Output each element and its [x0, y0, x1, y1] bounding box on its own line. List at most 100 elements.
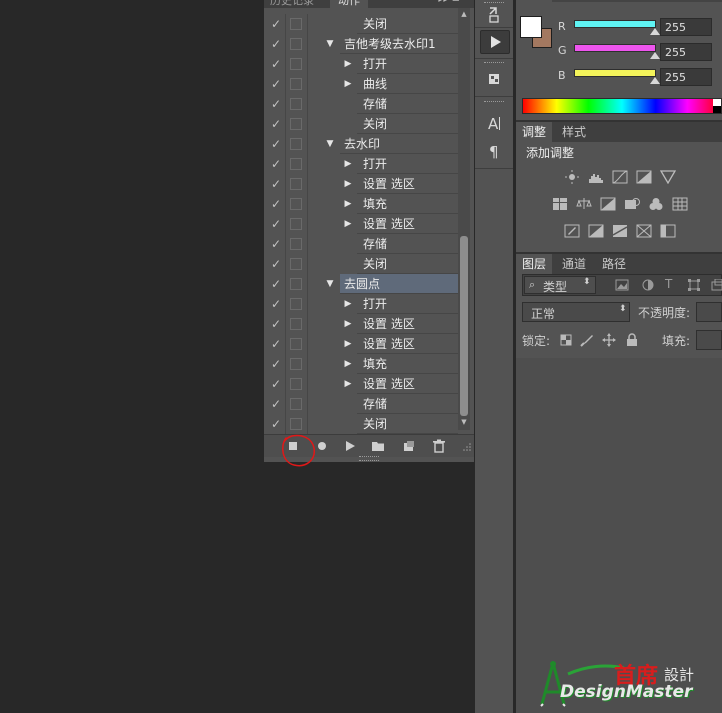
tab-styles[interactable]: 样式: [556, 122, 592, 142]
opacity-field[interactable]: [696, 302, 722, 322]
toggle-dialog-checkbox[interactable]: [290, 98, 302, 110]
action-step[interactable]: ✓ ▶ 打开: [264, 54, 458, 74]
action-step[interactable]: ✓ ▶ 设置 选区: [264, 374, 458, 394]
green-slider-thumb[interactable]: [650, 52, 660, 59]
toggle-item-checkmark-icon[interactable]: ✓: [270, 276, 282, 292]
toggle-item-checkmark-icon[interactable]: ✓: [270, 196, 282, 212]
lock-transparent-pixels-icon[interactable]: [560, 334, 572, 346]
action-item[interactable]: ✓ ▼ 吉他考级去水印1: [264, 34, 458, 54]
color-balance-icon[interactable]: [576, 197, 592, 211]
threshold-icon[interactable]: [612, 224, 628, 238]
toggle-item-checkmark-icon[interactable]: ✓: [270, 176, 282, 192]
blue-value-field[interactable]: 255: [660, 68, 712, 86]
lock-image-pixels-brush-icon[interactable]: [580, 333, 594, 347]
scrollbar-thumb[interactable]: [460, 236, 468, 416]
expand-triangle-icon[interactable]: ▶: [343, 377, 353, 391]
filter-kind-select[interactable]: ⌕ 类型 ⬍: [524, 276, 596, 294]
toggle-dialog-checkbox[interactable]: [290, 18, 302, 30]
toggle-dialog-checkbox[interactable]: [290, 158, 302, 170]
black-white-icon[interactable]: [600, 197, 616, 211]
toggle-item-checkmark-icon[interactable]: ✓: [270, 236, 282, 252]
action-step[interactable]: ✓ ▶ 打开: [264, 294, 458, 314]
scroll-up-arrow-icon[interactable]: ▲: [460, 10, 468, 18]
toggle-item-checkmark-icon[interactable]: ✓: [270, 356, 282, 372]
channel-mixer-icon[interactable]: [648, 197, 664, 211]
toggle-item-checkmark-icon[interactable]: ✓: [270, 56, 282, 72]
lock-position-move-icon[interactable]: [602, 333, 616, 347]
blue-slider-thumb[interactable]: [650, 77, 660, 84]
action-step[interactable]: ✓ 关闭: [264, 254, 458, 274]
type-layer-filter-icon[interactable]: T: [665, 277, 672, 291]
toggle-dialog-checkbox[interactable]: [290, 358, 302, 370]
expand-triangle-icon[interactable]: ▶: [343, 297, 353, 311]
exposure-icon[interactable]: [636, 170, 652, 184]
action-step[interactable]: ✓ ▶ 设置 选区: [264, 214, 458, 234]
blend-mode-select[interactable]: 正常 ⬍: [522, 302, 630, 322]
tab-color[interactable]: 颜色: [516, 0, 553, 2]
3d-panel-icon[interactable]: [480, 68, 508, 90]
toggle-item-checkmark-icon[interactable]: ✓: [270, 256, 282, 272]
action-item[interactable]: ✓ ▼ 去水印: [264, 134, 458, 154]
expand-triangle-icon[interactable]: ▶: [343, 57, 353, 71]
toggle-dialog-checkbox[interactable]: [290, 38, 302, 50]
play-icon[interactable]: [341, 438, 359, 454]
pixel-layer-filter-icon[interactable]: [615, 279, 629, 291]
action-step[interactable]: ✓ ▶ 设置 选区: [264, 334, 458, 354]
color-lookup-icon[interactable]: [672, 197, 688, 211]
toggle-item-checkmark-icon[interactable]: ✓: [270, 76, 282, 92]
photo-filter-icon[interactable]: [624, 197, 640, 211]
toggle-dialog-checkbox[interactable]: [290, 398, 302, 410]
expand-triangle-icon[interactable]: ▶: [343, 197, 353, 211]
toggle-item-checkmark-icon[interactable]: ✓: [270, 336, 282, 352]
action-step[interactable]: ✓ 存储: [264, 234, 458, 254]
toggle-dialog-checkbox[interactable]: [290, 418, 302, 430]
resize-corner-icon[interactable]: [462, 442, 472, 452]
selective-color-icon[interactable]: [636, 224, 652, 238]
toggle-item-checkmark-icon[interactable]: ✓: [270, 216, 282, 232]
expand-triangle-icon[interactable]: ▶: [343, 357, 353, 371]
collapse-triangle-icon[interactable]: ▼: [325, 277, 335, 291]
adjustment-layer-filter-icon[interactable]: [641, 279, 655, 291]
hue-saturation-icon[interactable]: [552, 197, 568, 211]
toggle-dialog-checkbox[interactable]: [290, 218, 302, 230]
brightness-contrast-icon[interactable]: [564, 170, 580, 184]
tab-actions[interactable]: 动作: [330, 0, 368, 8]
scroll-down-arrow-icon[interactable]: ▼: [460, 418, 468, 426]
curves-icon[interactable]: [612, 170, 628, 184]
vibrance-icon[interactable]: [660, 170, 676, 184]
color-spectrum-bar[interactable]: [522, 98, 722, 114]
toggle-dialog-checkbox[interactable]: [290, 278, 302, 290]
toggle-item-checkmark-icon[interactable]: ✓: [270, 136, 282, 152]
action-step[interactable]: ✓ ▶ 填充: [264, 194, 458, 214]
toggle-dialog-checkbox[interactable]: [290, 58, 302, 70]
levels-icon[interactable]: [588, 170, 604, 184]
green-channel-slider[interactable]: [574, 44, 656, 52]
expand-triangle-icon[interactable]: ▶: [343, 157, 353, 171]
posterize-icon[interactable]: [588, 224, 604, 238]
collapse-triangle-icon[interactable]: ▼: [325, 37, 335, 51]
toggle-dialog-checkbox[interactable]: [290, 118, 302, 130]
paragraph-panel-icon[interactable]: ¶: [480, 140, 508, 162]
action-step[interactable]: ✓ 存储: [264, 94, 458, 114]
smart-object-filter-icon[interactable]: [711, 279, 722, 291]
tab-adjustments[interactable]: 调整: [516, 122, 553, 142]
toggle-item-checkmark-icon[interactable]: ✓: [270, 16, 282, 32]
new-action-icon[interactable]: [400, 438, 418, 454]
toggle-item-checkmark-icon[interactable]: ✓: [270, 156, 282, 172]
expand-triangle-icon[interactable]: ▶: [343, 217, 353, 231]
action-step[interactable]: ✓ ▶ 打开: [264, 154, 458, 174]
toggle-item-checkmark-icon[interactable]: ✓: [270, 376, 282, 392]
lock-all-padlock-icon[interactable]: [626, 333, 638, 347]
toggle-item-checkmark-icon[interactable]: ✓: [270, 36, 282, 52]
action-step[interactable]: ✓ 存储: [264, 394, 458, 414]
toggle-dialog-checkbox[interactable]: [290, 318, 302, 330]
toggle-item-checkmark-icon[interactable]: ✓: [270, 96, 282, 112]
toggle-dialog-checkbox[interactable]: [290, 298, 302, 310]
action-step[interactable]: ✓ ▶ 设置 选区: [264, 314, 458, 334]
action-step[interactable]: ✓ ▶ 曲线: [264, 74, 458, 94]
collapse-triangle-icon[interactable]: ▼: [325, 137, 335, 151]
toggle-item-checkmark-icon[interactable]: ✓: [270, 116, 282, 132]
green-value-field[interactable]: 255: [660, 43, 712, 61]
history-panel-icon[interactable]: [480, 4, 508, 26]
tab-history[interactable]: 历史记录: [270, 0, 314, 8]
